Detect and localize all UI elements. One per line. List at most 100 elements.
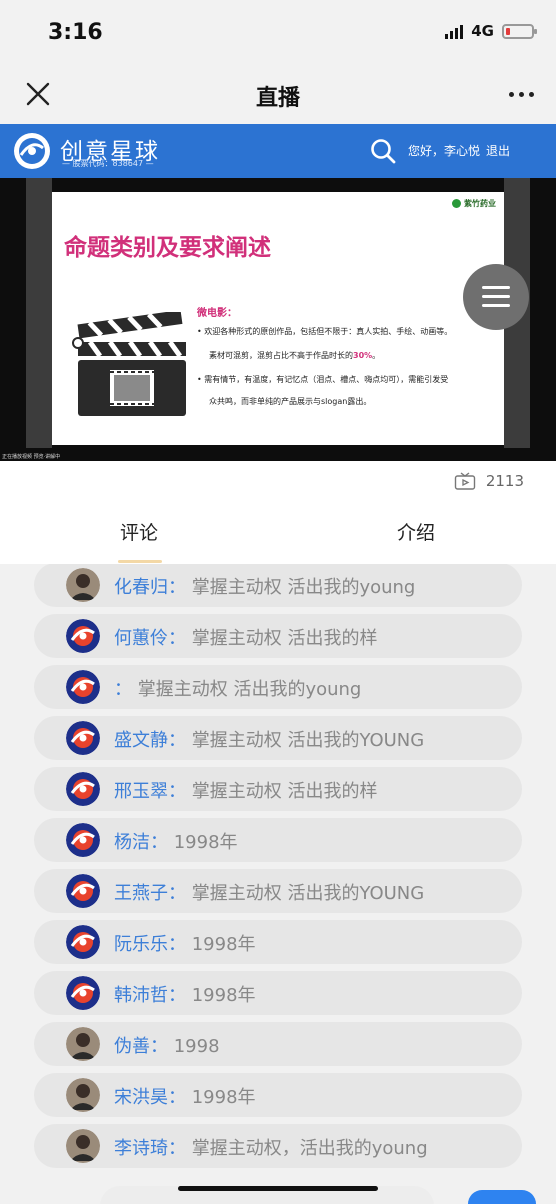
comment-message: 1998年 <box>191 934 256 955</box>
comment-item: 阮乐乐： 1998年 <box>34 920 522 964</box>
status-indicators: 4G <box>445 22 537 40</box>
comment-item: 王燕子： 掌握主动权 活出我的YOUNG <box>34 869 522 913</box>
avatar <box>66 721 100 755</box>
viewer-count-value: 2113 <box>485 472 524 490</box>
comment-author[interactable]: 盛文静 <box>114 730 168 751</box>
comment-item: 杨洁： 1998年 <box>34 818 522 862</box>
comment-separator: ： <box>168 781 186 802</box>
more-icon[interactable] <box>509 92 534 97</box>
avatar <box>66 1027 100 1061</box>
comment-list[interactable]: 化春归： 掌握主动权 活出我的young 何蕙伶： 掌握主动权 活出我的样： 掌握… <box>0 564 556 1204</box>
comment-text: 阮乐乐： 1998年 <box>114 930 256 956</box>
nav-bar: 直播 <box>0 66 556 124</box>
comment-separator: ： <box>150 1036 168 1057</box>
video-letterbox-left <box>26 178 52 448</box>
comment-message: 掌握主动权 活出我的young <box>191 577 416 598</box>
slide-title: 命题类别及要求阐述 <box>64 235 271 261</box>
user-greeting: 您好，李心悦 <box>408 144 481 158</box>
comment-message: 1998 <box>173 1036 220 1057</box>
comment-text: ： 掌握主动权 活出我的young <box>114 675 361 701</box>
comment-message: 1998年 <box>191 1087 256 1108</box>
status-bar: 3:16 4G <box>0 0 556 66</box>
comment-text: 李诗琦： 掌握主动权，活出我的young <box>114 1134 428 1160</box>
comment-text: 伪善： 1998 <box>114 1032 220 1058</box>
logout-link[interactable]: 退出 <box>486 142 510 159</box>
comment-separator: ： <box>168 883 186 904</box>
tab-comments[interactable]: 评论 <box>120 518 158 545</box>
slide-text: 素材可混剪，混剪占比不高于作品时长的 <box>209 351 353 360</box>
comment-separator: ： <box>150 832 168 853</box>
comment-item: 何蕙伶： 掌握主动权 活出我的样 <box>34 614 522 658</box>
tv-icon <box>454 472 476 490</box>
comment-separator: ： <box>168 985 186 1006</box>
comment-separator: ： <box>168 934 186 955</box>
tab-intro[interactable]: 介绍 <box>397 518 435 545</box>
viewer-count: 2113 <box>454 472 524 490</box>
slide-bullet-1-cont: 素材可混剪，混剪占比不高于作品时长的30%。 <box>209 350 509 362</box>
avatar <box>66 823 100 857</box>
send-button[interactable] <box>468 1190 536 1204</box>
presentation-slide: 紫竹药业 命题类别及要求阐述 微电影： • 欢迎各种形式的原创作品，包括但不限于… <box>52 192 504 445</box>
avatar <box>66 1078 100 1112</box>
avatar <box>66 619 100 653</box>
avatar <box>66 874 100 908</box>
comment-item: 盛文静： 掌握主动权 活出我的YOUNG <box>34 716 522 760</box>
leaf-icon <box>452 199 461 208</box>
comment-item: 韩沛哲： 1998年 <box>34 971 522 1015</box>
comment-author[interactable]: 宋洪昊 <box>114 1087 168 1108</box>
tab-active-indicator <box>118 560 162 563</box>
comment-message: 掌握主动权 活出我的young <box>137 679 362 700</box>
comment-message: 掌握主动权 活出我的YOUNG <box>191 730 425 751</box>
brand-stock-code: — 股票代码：838647 — <box>62 159 154 168</box>
slide-bullet-2: • 需有情节，有温度，有记忆点（泪点、槽点、嗨点均可），需能引发受 <box>197 375 449 384</box>
comment-author[interactable]: 王燕子 <box>114 883 168 904</box>
slide-highlight: 30% <box>353 351 373 360</box>
slide-bullet-1: • 欢迎各种形式的原创作品，包括但不限于：真人实拍、手绘、动画等。 <box>197 327 453 336</box>
comment-separator: ： <box>168 577 186 598</box>
comment-text: 何蕙伶： 掌握主动权 活出我的样 <box>114 624 377 650</box>
comment-item: 李诗琦： 掌握主动权，活出我的young <box>34 1124 522 1168</box>
search-icon[interactable] <box>370 138 396 164</box>
avatar <box>66 772 100 806</box>
menu-icon[interactable] <box>463 264 529 330</box>
comment-author[interactable]: 化春归 <box>114 577 168 598</box>
comment-author[interactable]: 邢玉翠 <box>114 781 168 802</box>
avatar <box>66 925 100 959</box>
comment-message: 掌握主动权，活出我的young <box>191 1138 428 1159</box>
comment-author[interactable]: 何蕙伶 <box>114 628 168 649</box>
comment-message: 掌握主动权 活出我的样 <box>191 628 378 649</box>
slide-text: 。 <box>372 351 381 360</box>
avatar <box>66 670 100 704</box>
comment-separator: ： <box>114 679 132 700</box>
comment-separator: ： <box>168 1087 186 1108</box>
comment-text: 杨洁： 1998年 <box>114 828 238 854</box>
comment-item: ： 掌握主动权 活出我的young <box>34 665 522 709</box>
comment-separator: ： <box>168 730 186 751</box>
avatar <box>66 976 100 1010</box>
comment-author[interactable]: 伪善 <box>114 1036 150 1057</box>
slide-logo: 紫竹药业 <box>452 198 496 209</box>
page-title: 直播 <box>255 86 300 111</box>
comment-separator: ： <box>168 628 186 649</box>
comment-author[interactable]: 阮乐乐 <box>114 934 168 955</box>
battery-icon <box>502 23 537 39</box>
comment-text: 化春归： 掌握主动权 活出我的young <box>114 573 415 599</box>
slide-bullet-2-cont: 众共鸣，而非单纯的产品展示与slogan露出。 <box>209 397 372 406</box>
comment-author[interactable]: 韩沛哲 <box>114 985 168 1006</box>
comment-author[interactable]: 杨洁 <box>114 832 150 853</box>
comment-message: 1998年 <box>173 832 238 853</box>
slide-subtitle: 微电影： <box>197 308 237 319</box>
comment-separator: ： <box>168 1138 186 1159</box>
comment-item: 伪善： 1998 <box>34 1022 522 1066</box>
video-caption: 正在播放视频 预览·讲解中 <box>2 454 61 460</box>
comment-text: 邢玉翠： 掌握主动权 活出我的样 <box>114 777 377 803</box>
comment-message: 1998年 <box>191 985 256 1006</box>
comment-author[interactable]: 李诗琦 <box>114 1138 168 1159</box>
comment-item: 宋洪昊： 1998年 <box>34 1073 522 1117</box>
network-type: 4G <box>471 22 494 40</box>
slide-logo-text: 紫竹药业 <box>464 199 496 208</box>
comment-message: 掌握主动权 活出我的YOUNG <box>191 883 425 904</box>
home-indicator <box>178 1186 378 1191</box>
comment-text: 宋洪昊： 1998年 <box>114 1083 256 1109</box>
comment-text: 盛文静： 掌握主动权 活出我的YOUNG <box>114 726 424 752</box>
